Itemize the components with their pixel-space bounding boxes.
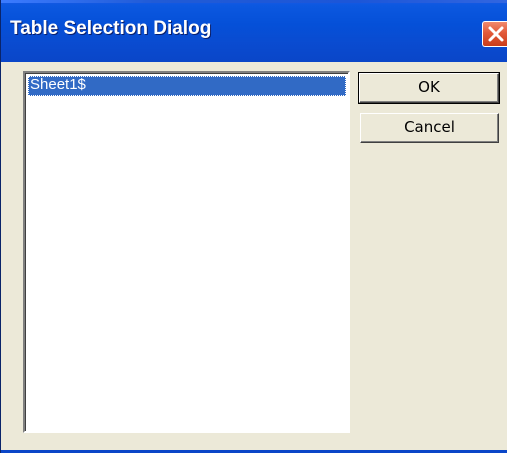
title-bar-highlight [1, 0, 507, 3]
table-selection-dialog: Table Selection Dialog Sheet1$ OK Cancel [0, 0, 507, 453]
ok-button[interactable]: OK [358, 72, 500, 104]
table-listbox[interactable]: Sheet1$ [23, 71, 350, 433]
close-button[interactable] [482, 21, 507, 47]
list-item[interactable]: Sheet1$ [28, 76, 346, 96]
close-icon [488, 26, 504, 42]
cancel-button[interactable]: Cancel [360, 113, 499, 143]
title-bar[interactable]: Table Selection Dialog [1, 0, 507, 62]
dialog-title: Table Selection Dialog [10, 18, 212, 39]
